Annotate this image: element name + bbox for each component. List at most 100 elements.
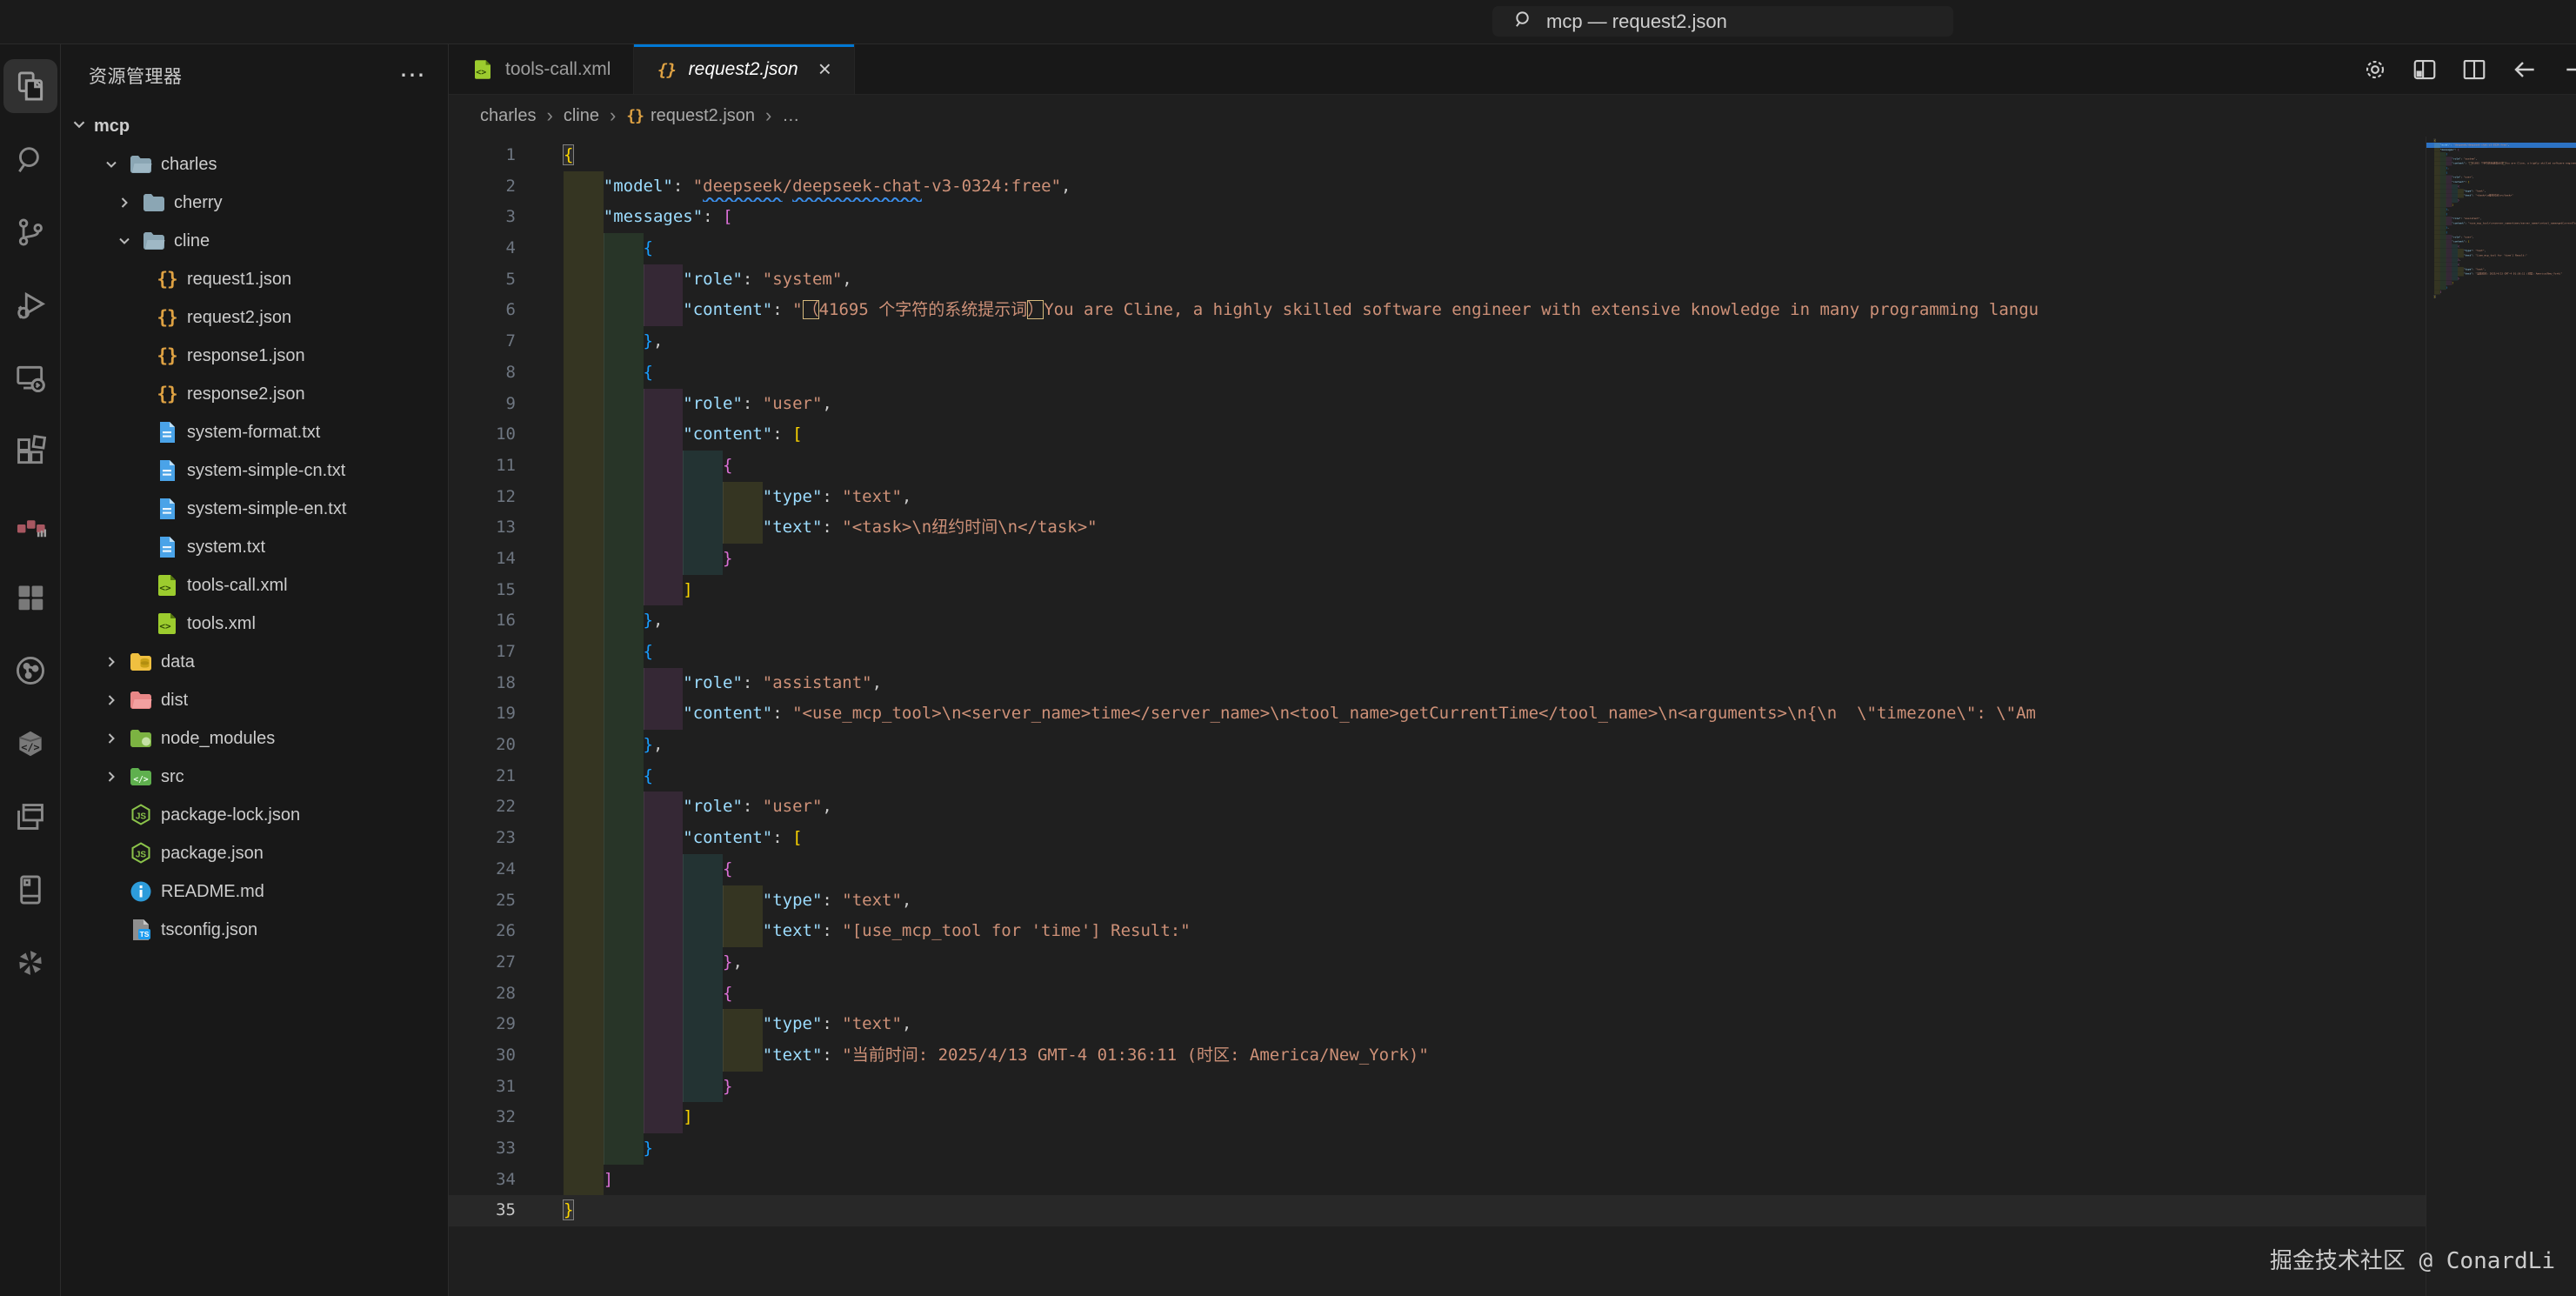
code-line-31: 31}: [449, 1072, 2576, 1103]
indent-guide: [564, 357, 604, 389]
breadcrumb[interactable]: charles›cline›{}request2.json›…: [449, 95, 2576, 137]
extension-blocks-icon[interactable]: [0, 488, 61, 561]
line-number: 4: [449, 233, 540, 264]
minimap[interactable]: 1{2"model": "deepseek/deepseek-chat-v3-0…: [2426, 137, 2576, 1296]
tree-item-README.md[interactable]: README.md: [61, 872, 448, 911]
extension-share-icon[interactable]: [0, 634, 61, 707]
tree-item-response1.json[interactable]: {}response1.json: [61, 337, 448, 375]
breadcrumb-item[interactable]: {}request2.json: [626, 106, 755, 126]
remote-explorer-icon[interactable]: [0, 342, 61, 415]
nav-back-icon[interactable]: [2511, 56, 2539, 84]
json-icon: {}: [152, 269, 182, 290]
line-number: 34: [449, 1165, 540, 1196]
indent-guide: [644, 668, 684, 699]
code-line-3: 3"messages": [: [449, 202, 2576, 233]
extension-cube-code-icon[interactable]: </>: [0, 707, 61, 780]
folder-gray-icon: [139, 192, 169, 213]
window-title: mcp — request2.json: [1546, 10, 1727, 33]
tree-item-cline[interactable]: cline: [61, 222, 448, 260]
more-actions-icon[interactable]: ⋯: [399, 71, 427, 80]
code-line-15: 15]: [449, 575, 2576, 606]
tab-tools-call.xml[interactable]: <>tools-call.xml: [449, 44, 634, 94]
tree-item-package.json[interactable]: JSpackage.json: [61, 834, 448, 872]
tree-item-label: system-simple-en.txt: [187, 499, 346, 519]
tree-item-tools.xml[interactable]: <>tools.xml: [61, 605, 448, 643]
tree-item-system-format.txt[interactable]: system-format.txt: [61, 413, 448, 451]
line-number: 14: [449, 544, 540, 575]
tree-item-system.txt[interactable]: system.txt: [61, 528, 448, 566]
line-number: 31: [449, 1072, 540, 1103]
extension-windows-icon[interactable]: [0, 780, 61, 853]
indent-guide: [604, 792, 644, 823]
indent-guide: [564, 979, 604, 1010]
code-line-1: 1{: [449, 140, 2576, 171]
indent-guide: [723, 482, 763, 513]
code-line-33: 33}: [449, 1133, 2576, 1165]
close-icon[interactable]: ×: [818, 56, 831, 83]
tree-item-response2.json[interactable]: {}response2.json: [61, 375, 448, 413]
tree-item-dist[interactable]: dist: [61, 681, 448, 719]
section-header-mcp[interactable]: mcp: [61, 107, 448, 145]
folder-src-icon: </>: [126, 766, 156, 787]
folder-data-icon: [126, 651, 156, 672]
tree-item-system-simple-en.txt[interactable]: system-simple-en.txt: [61, 490, 448, 528]
code-line-21: 21{: [449, 761, 2576, 792]
nav-forward-icon[interactable]: [2562, 56, 2576, 84]
tree-item-label: package-lock.json: [161, 805, 300, 825]
source-control-icon[interactable]: [0, 196, 61, 269]
tree-item-charles[interactable]: charles: [61, 145, 448, 184]
run-debug-icon[interactable]: [0, 269, 61, 342]
breadcrumb-item[interactable]: charles: [480, 106, 536, 126]
tree-item-request2.json[interactable]: {}request2.json: [61, 298, 448, 337]
tree-item-request1.json[interactable]: {}request1.json: [61, 260, 448, 298]
code-line-18: 18"role": "assistant",: [449, 668, 2576, 699]
indent-guide: [564, 637, 604, 668]
nodejs-icon: JS: [126, 803, 156, 827]
indent-guide: [564, 698, 604, 730]
settings-gear-icon[interactable]: [2362, 57, 2388, 83]
indent-guide: [564, 792, 604, 823]
code-line-19: 19"content": "<use_mcp_tool>\n<server_na…: [449, 698, 2576, 730]
tree-item-package-lock.json[interactable]: JSpackage-lock.json: [61, 796, 448, 834]
command-center[interactable]: mcp — request2.json: [1492, 6, 1953, 37]
extension-pinwheel-icon[interactable]: [0, 926, 61, 999]
extension-device-icon[interactable]: [0, 853, 61, 926]
code-editor[interactable]: 1{2"model": "deepseek/deepseek-chat-v3-0…: [449, 137, 2576, 1296]
line-number: 18: [449, 668, 540, 699]
extension-grid-icon[interactable]: [0, 561, 61, 634]
indent-guide: [604, 979, 644, 1010]
extensions-icon[interactable]: [0, 415, 61, 488]
explorer-icon[interactable]: [0, 50, 61, 123]
breadcrumb-separator: ›: [546, 104, 552, 127]
tree-item-system-simple-cn.txt[interactable]: system-simple-cn.txt: [61, 451, 448, 490]
json-file-icon: {}: [626, 106, 644, 126]
breadcrumb-item[interactable]: cline: [564, 106, 599, 126]
code-line-7: 7},: [449, 326, 2576, 357]
tree-item-cherry[interactable]: cherry: [61, 184, 448, 222]
indent-guide: [564, 575, 604, 606]
tree-item-label: response1.json: [187, 346, 305, 366]
indent-guide: [644, 1102, 684, 1133]
tree-item-data[interactable]: data: [61, 643, 448, 681]
indent-guide: [683, 916, 723, 947]
tree-item-tools-call.xml[interactable]: <>tools-call.xml: [61, 566, 448, 605]
indent-guide: [604, 295, 644, 326]
json-icon: {}: [152, 384, 182, 404]
tab-request2.json[interactable]: {}request2.json×: [634, 44, 855, 95]
tree-item-label: node_modules: [161, 729, 275, 749]
split-editor-icon[interactable]: [2461, 57, 2487, 83]
xml-icon: <>: [152, 611, 182, 636]
indent-guide: [564, 544, 604, 575]
customize-layout-icon[interactable]: [2412, 57, 2438, 83]
tab-bar: <>tools-call.xml{}request2.json×: [449, 44, 2576, 95]
search-icon[interactable]: [0, 123, 61, 196]
tree-item-src[interactable]: </>src: [61, 758, 448, 796]
breadcrumb-item[interactable]: …: [782, 106, 799, 126]
indent-guide: [604, 823, 644, 854]
code-line-28: 28{: [449, 979, 2576, 1010]
tree-item-tsconfig.json[interactable]: TStsconfig.json: [61, 911, 448, 949]
tree-item-node_modules[interactable]: node_modules: [61, 719, 448, 758]
indent-guide: [683, 854, 723, 885]
title-bar: mcp — request2.json: [0, 0, 2576, 44]
indent-guide: [564, 264, 604, 296]
